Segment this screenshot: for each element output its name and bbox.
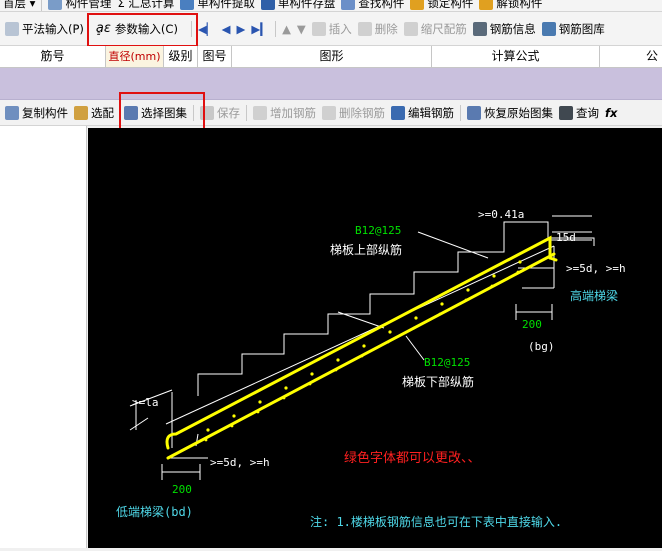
first-record-icon[interactable]: ◀▏ bbox=[195, 20, 219, 38]
rebar-toolbar: 平法输入(P) a͇ε 参数输入(C) ◀▏ ◀ ▶ ▶▎ ▲ ▼ 插入 删除 缩… bbox=[0, 12, 662, 46]
add-rebar-button[interactable]: 增加钢筋 bbox=[250, 104, 319, 122]
label-15d: 15d bbox=[556, 231, 576, 244]
param-icon: a͇ε bbox=[95, 21, 111, 36]
formula-button[interactable]: fx bbox=[602, 104, 620, 122]
delete-rebar-icon bbox=[322, 105, 336, 120]
footnote: 注: 1.楼梯板钢筋信息也可在下表中直接输入. bbox=[310, 514, 562, 529]
component-tree-pane[interactable] bbox=[0, 126, 87, 548]
stair-diagram: >=0.41a 15d B12@125 梯板上部纵筋 >=5d, >=h 高端梯… bbox=[116, 208, 626, 529]
dim-200-bottom[interactable]: 200 bbox=[172, 483, 192, 496]
summary-calc-button[interactable]: Σ 汇总计算 bbox=[114, 0, 177, 11]
insert-icon bbox=[311, 21, 326, 36]
rebar-layout-button[interactable]: 钢筋图库 bbox=[539, 20, 608, 38]
store-icon bbox=[260, 0, 275, 10]
divider bbox=[41, 0, 43, 11]
edit-rebar-icon bbox=[391, 105, 405, 120]
add-rebar-icon bbox=[253, 105, 267, 120]
component-icon bbox=[48, 0, 63, 10]
stair-bottom-line bbox=[165, 245, 555, 425]
upper-rebar bbox=[165, 235, 552, 450]
move-down-icon[interactable]: ▼ bbox=[294, 20, 309, 38]
restore-icon bbox=[467, 105, 481, 120]
divider bbox=[460, 104, 461, 121]
param-input-button[interactable]: a͇ε 参数输入(C) bbox=[93, 20, 181, 38]
last-record-icon[interactable]: ▶▎ bbox=[248, 20, 272, 38]
top-toolbar: 首层 ▾ 构件管理 Σ 汇总计算 单构件提取 单构件存盘 查找构件 锁定构件 解… bbox=[0, 0, 662, 12]
col-grade[interactable]: 级别 bbox=[164, 46, 198, 67]
flat-input-button[interactable]: 平法输入(P) bbox=[2, 20, 87, 38]
select-config-icon bbox=[74, 105, 88, 120]
component-manage-button[interactable]: 构件管理 bbox=[45, 0, 114, 11]
col-rebar-no[interactable]: 筋号 bbox=[0, 46, 106, 67]
delete-icon bbox=[357, 21, 372, 36]
label-5d-h-bottom: >=5d, >=h bbox=[210, 456, 270, 469]
upper-rebar-hook bbox=[548, 256, 558, 262]
col-figure-no[interactable]: 图号 bbox=[198, 46, 232, 67]
copy-component-button[interactable]: 复制构件 bbox=[2, 104, 71, 122]
select-atlas-button[interactable]: 选择图集 bbox=[121, 104, 190, 122]
divider bbox=[246, 104, 247, 121]
scale-rebar-button[interactable]: 缩尺配筋 bbox=[401, 20, 470, 38]
move-up-icon[interactable]: ▲ bbox=[279, 20, 294, 38]
lock-button[interactable]: 锁定构件 bbox=[407, 0, 476, 11]
divider bbox=[190, 20, 192, 37]
rebar-grid-header: 筋号 直径(mm) 级别 图号 图形 计算公式 公 bbox=[0, 46, 662, 68]
delete-button[interactable]: 删除 bbox=[355, 20, 401, 38]
dim-200-top[interactable]: 200 bbox=[522, 318, 542, 331]
label-5d-h-top: >=5d, >=h bbox=[566, 262, 626, 275]
restore-atlas-button[interactable]: 恢复原始图集 bbox=[464, 104, 556, 122]
store-button[interactable]: 单构件存盘 bbox=[258, 0, 339, 11]
lower-rebar-name: 梯板下部纵筋 bbox=[402, 374, 474, 389]
col-extra[interactable]: 公 bbox=[600, 46, 662, 67]
divider bbox=[275, 20, 277, 37]
delete-rebar-button[interactable]: 删除钢筋 bbox=[319, 104, 388, 122]
col-shape[interactable]: 图形 bbox=[232, 46, 432, 67]
rebar-info-icon bbox=[472, 21, 487, 36]
extract-icon bbox=[180, 0, 195, 10]
insert-button[interactable]: 插入 bbox=[309, 20, 355, 38]
label-041la: >=0.41a bbox=[478, 208, 524, 221]
atlas-toolbar: 复制构件 选配 选择图集 保存 增加钢筋 删除钢筋 编辑钢筋 恢复原始图集 查询… bbox=[0, 100, 662, 126]
high-beam-label: 高端梯梁 bbox=[570, 288, 618, 303]
upper-rebar-spec[interactable]: B12@125 bbox=[355, 224, 401, 237]
rebar-info-button[interactable]: 钢筋信息 bbox=[470, 20, 539, 38]
rebar-layout-icon bbox=[541, 21, 556, 36]
query-button[interactable]: 查询 bbox=[556, 104, 602, 122]
find-icon bbox=[341, 0, 356, 10]
edit-rebar-button[interactable]: 编辑钢筋 bbox=[388, 104, 457, 122]
lock-icon bbox=[410, 0, 425, 10]
atlas-icon bbox=[124, 105, 138, 120]
save-icon bbox=[200, 105, 214, 120]
save-button[interactable]: 保存 bbox=[197, 104, 243, 122]
col-diameter[interactable]: 直径(mm) bbox=[106, 46, 164, 67]
dim-line-la-hook bbox=[129, 417, 149, 431]
stair-rebar-drawing: >=0.41a 15d B12@125 梯板上部纵筋 >=5d, >=h 高端梯… bbox=[88, 128, 662, 548]
bg-label: (bg) bbox=[528, 340, 555, 353]
select-config-button[interactable]: 选配 bbox=[71, 104, 117, 122]
leader-upper bbox=[417, 231, 489, 259]
divider bbox=[193, 104, 194, 121]
table-icon bbox=[5, 21, 19, 36]
floor-dropdown[interactable]: 首层 ▾ bbox=[0, 0, 38, 11]
scale-icon bbox=[403, 21, 418, 36]
label-la: >=la bbox=[132, 396, 159, 409]
next-record-icon[interactable]: ▶ bbox=[234, 20, 249, 38]
rebar-grid-row[interactable] bbox=[0, 68, 662, 100]
binoculars-icon bbox=[559, 105, 573, 120]
col-formula[interactable]: 计算公式 bbox=[432, 46, 600, 67]
upper-rebar-name: 梯板上部纵筋 bbox=[330, 242, 402, 257]
low-beam-label: 低端梯梁(bd) bbox=[116, 504, 193, 519]
extract-button[interactable]: 单构件提取 bbox=[177, 0, 258, 11]
unlock-button[interactable]: 解锁构件 bbox=[476, 0, 545, 11]
lower-rebar-spec[interactable]: B12@125 bbox=[424, 356, 470, 369]
prev-record-icon[interactable]: ◀ bbox=[219, 20, 234, 38]
green-font-note: 绿色字体都可以更改、、 bbox=[344, 450, 481, 466]
unlock-icon bbox=[479, 0, 494, 10]
find-button[interactable]: 查找构件 bbox=[338, 0, 407, 11]
leader-lower bbox=[405, 335, 425, 361]
copy-icon bbox=[5, 105, 19, 120]
